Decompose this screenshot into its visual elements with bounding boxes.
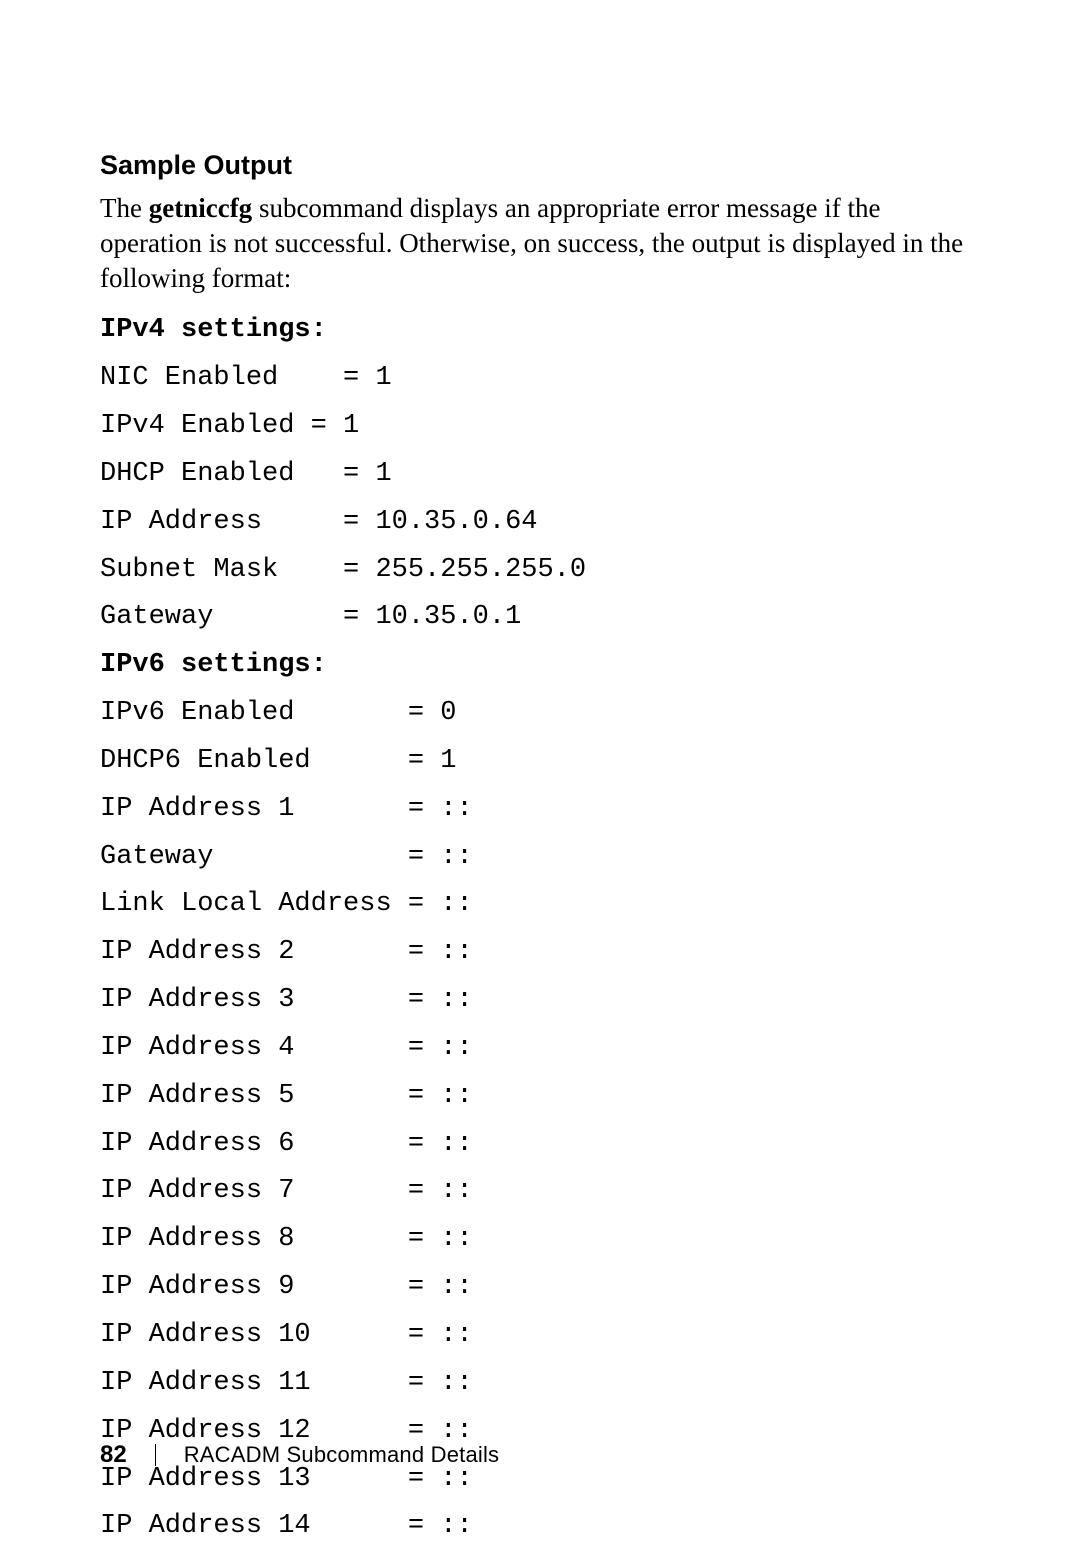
ipv4-line: IPv4 Enabled = 1 xyxy=(100,406,980,448)
ipv4-line: Subnet Mask = 255.255.255.0 xyxy=(100,550,980,592)
ipv6-line: IP Address 4 = :: xyxy=(100,1028,980,1070)
page-number: 82 xyxy=(100,1441,127,1469)
ipv6-line: IP Address 11 = :: xyxy=(100,1363,980,1405)
intro-paragraph: The getniccfg subcommand displays an app… xyxy=(100,191,980,296)
footer-divider xyxy=(155,1444,156,1466)
ipv6-line: Link Local Address = :: xyxy=(100,884,980,926)
ipv6-title: IPv6 settings: xyxy=(100,645,980,687)
ipv4-line: DHCP Enabled = 1 xyxy=(100,454,980,496)
ipv4-title: IPv4 settings: xyxy=(100,310,980,352)
ipv6-line: IP Address 10 = :: xyxy=(100,1315,980,1357)
ipv6-line: IP Address 1 = :: xyxy=(100,789,980,831)
ipv4-line: Gateway = 10.35.0.1 xyxy=(100,597,980,639)
ipv6-line: IPv6 Enabled = 0 xyxy=(100,693,980,735)
footer-title: RACADM Subcommand Details xyxy=(184,1442,500,1468)
ipv6-line: IP Address 3 = :: xyxy=(100,980,980,1022)
ipv6-line: IP Address 2 = :: xyxy=(100,932,980,974)
ipv4-line: NIC Enabled = 1 xyxy=(100,358,980,400)
para-pre: The xyxy=(100,193,149,223)
ipv6-line: IP Address 14 = :: xyxy=(100,1506,980,1548)
ipv4-line: IP Address = 10.35.0.64 xyxy=(100,502,980,544)
ipv6-line: IP Address 6 = :: xyxy=(100,1124,980,1166)
ipv6-line: IP Address 5 = :: xyxy=(100,1076,980,1118)
ipv6-line: IP Address 8 = :: xyxy=(100,1219,980,1261)
ipv6-line: IP Address 7 = :: xyxy=(100,1171,980,1213)
ipv6-line: IP Address 9 = :: xyxy=(100,1267,980,1309)
ipv6-line: Gateway = :: xyxy=(100,837,980,879)
ipv6-line: DHCP6 Enabled = 1 xyxy=(100,741,980,783)
command-name: getniccfg xyxy=(149,193,252,223)
page-footer: 82 RACADM Subcommand Details xyxy=(100,1441,499,1469)
section-heading: Sample Output xyxy=(100,150,980,181)
